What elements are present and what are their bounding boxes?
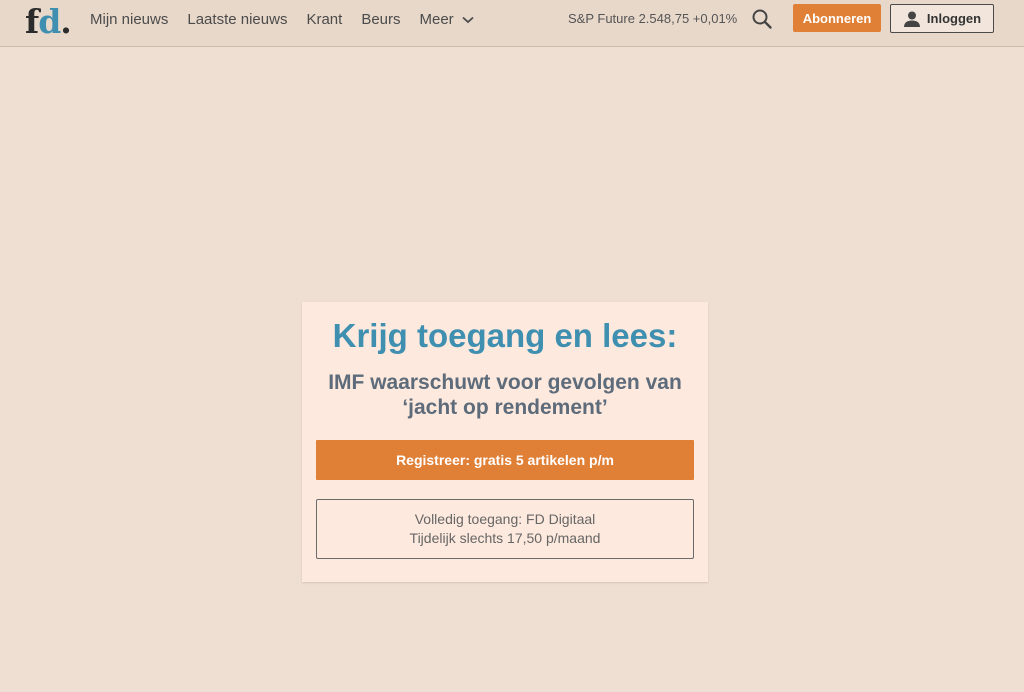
nav-item-krant[interactable]: Krant xyxy=(306,11,342,28)
nav-item-mijn-nieuws[interactable]: Mijn nieuws xyxy=(90,11,168,28)
top-navigation-bar: fd. Mijn nieuws Laatste nieuws Krant Beu… xyxy=(0,0,1024,47)
nav-item-meer-label: Meer xyxy=(419,10,454,28)
logo-letter-d: d xyxy=(38,2,61,41)
fd-digitaal-button[interactable]: Volledig toegang: FD Digitaal Tijdelijk … xyxy=(316,499,694,559)
paywall-title: Krijg toegang en lees: xyxy=(332,317,678,354)
register-button[interactable]: Registreer: gratis 5 artikelen p/m xyxy=(316,440,694,480)
fd-digitaal-line1: Volledig toegang: FD Digitaal xyxy=(414,511,596,527)
logo-dot: . xyxy=(60,2,71,41)
login-button-label: Inloggen xyxy=(926,11,982,26)
fd-logo[interactable]: fd. xyxy=(25,0,72,41)
login-button[interactable]: Inloggen xyxy=(890,4,994,33)
main-nav: Mijn nieuws Laatste nieuws Krant Beurs M… xyxy=(90,0,493,38)
nav-item-laatste-nieuws[interactable]: Laatste nieuws xyxy=(187,11,287,28)
fd-digitaal-line2: Tijdelijk slechts 17,50 p/maand xyxy=(409,530,601,546)
user-icon xyxy=(903,10,921,28)
search-icon[interactable] xyxy=(751,8,773,30)
logo-letter-f: f xyxy=(25,2,39,41)
chevron-down-icon xyxy=(462,11,474,28)
nav-item-beurs[interactable]: Beurs xyxy=(361,11,400,28)
subscribe-button[interactable]: Abonneren xyxy=(793,4,881,32)
paywall-card: Krijg toegang en lees: IMF waarschuwt vo… xyxy=(302,302,708,582)
nav-item-meer[interactable]: Meer xyxy=(420,11,474,28)
article-title: IMF waarschuwt voor gevolgen van ‘jacht … xyxy=(328,371,682,419)
market-ticker[interactable]: S&P Future 2.548,75 +0,01% xyxy=(568,11,737,26)
